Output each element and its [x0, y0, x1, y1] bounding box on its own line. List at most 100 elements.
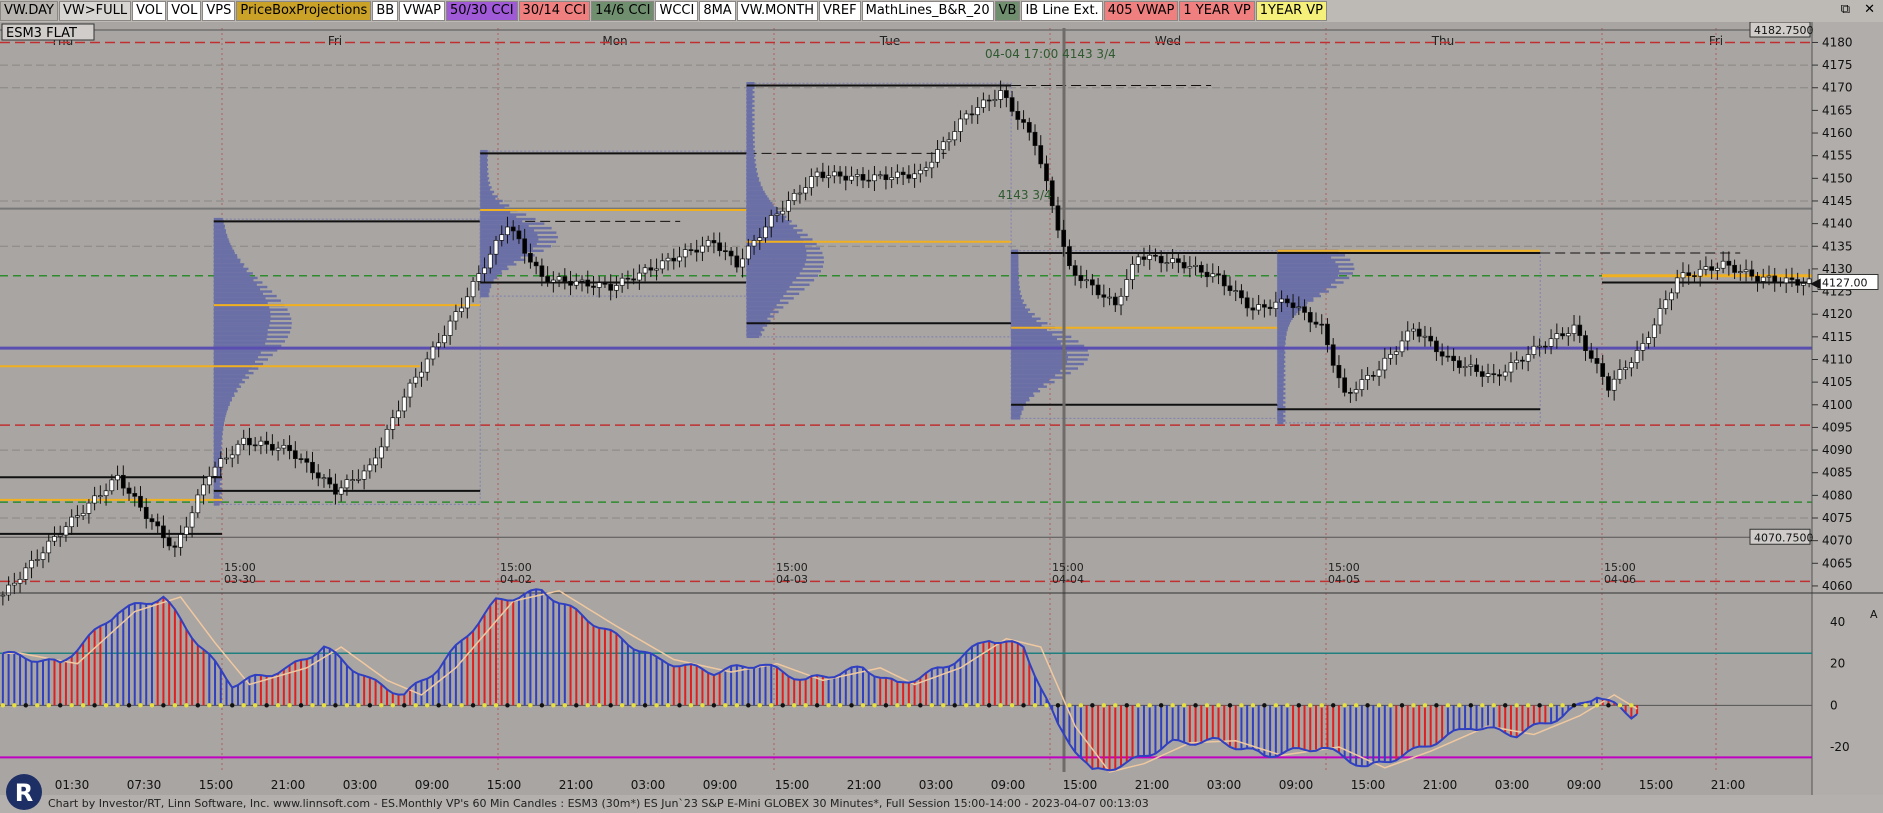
toolbar-button-18[interactable]: 405 VWAP: [1103, 1, 1179, 21]
osc-dot: [677, 703, 682, 708]
osc-dot: [952, 703, 957, 708]
time-tick-label: 21:00: [559, 778, 594, 792]
candle-body: [396, 410, 401, 419]
volume-bar: [213, 385, 242, 388]
volume-bar: [746, 242, 817, 246]
osc-dot: [264, 703, 269, 708]
toolbar-button-8[interactable]: 50/30 CCI: [445, 1, 518, 21]
volume-bar: [480, 274, 498, 277]
toolbar-button-6[interactable]: BB: [372, 1, 399, 21]
volume-bar: [213, 342, 266, 345]
candle-body: [550, 279, 556, 283]
price-tick-label: 4145: [1822, 194, 1853, 208]
candle-body: [1422, 335, 1428, 338]
candle-body: [115, 474, 120, 481]
candle-body: [1198, 264, 1204, 273]
toolbar-button-5[interactable]: PriceBoxProjections: [236, 1, 372, 21]
volume-bar: [480, 168, 489, 171]
volume-bar: [1011, 297, 1022, 300]
toolbar-button-7[interactable]: VWAP: [399, 1, 445, 21]
toolbar-button-13[interactable]: VW.MONTH: [736, 1, 818, 21]
price-tick-label: 4140: [1822, 217, 1853, 231]
session-marker-date-1: 04-02: [500, 573, 532, 586]
candle-body: [975, 107, 981, 116]
volume-bar: [213, 242, 231, 246]
osc-dot: [252, 703, 258, 708]
symbol-label: ESM3 FLAT: [6, 26, 77, 41]
volume-bar: [1011, 328, 1047, 332]
osc-dot: [218, 703, 223, 708]
osc-dot: [1514, 703, 1519, 708]
candle-body: [751, 240, 757, 247]
candle-body: [1491, 373, 1497, 376]
volume-bar: [213, 335, 288, 339]
candle-body: [1382, 357, 1388, 371]
candle-body: [923, 167, 929, 171]
toolbar-button-3[interactable]: VOL: [167, 1, 202, 21]
candle-body: [258, 440, 264, 446]
volume-bar: [1277, 342, 1286, 345]
toolbar-button-14[interactable]: VREF: [818, 1, 861, 21]
toolbar-button-1[interactable]: VW>FULL: [59, 1, 132, 21]
toolbar-button-9[interactable]: 30/14 CCI: [518, 1, 591, 21]
volume-bar: [213, 317, 292, 320]
volume-bar: [1277, 401, 1286, 404]
price-tick-label: 4080: [1822, 488, 1853, 502]
toolbar-button-20[interactable]: 1YEAR VP: [1255, 1, 1327, 21]
candle-body: [80, 513, 86, 517]
candle-body: [1456, 360, 1462, 368]
volume-bar: [1277, 279, 1336, 282]
osc-dot: [1193, 703, 1198, 708]
toolbar-button-4[interactable]: VPS: [202, 1, 236, 21]
toolbar-button-11[interactable]: WCCI: [655, 1, 699, 21]
volume-bar: [1277, 322, 1291, 325]
toolbar-button-16[interactable]: VB: [994, 1, 1021, 21]
price-tick-label: 4115: [1822, 330, 1853, 344]
toolbar-button-15[interactable]: MathLines_B&R_20: [861, 1, 994, 21]
restore-icon[interactable]: ⧉: [1841, 2, 1850, 17]
toolbar-button-10[interactable]: 14/6 CCI: [591, 1, 655, 21]
toolbar-button-12[interactable]: 8MA: [699, 1, 736, 21]
osc-dot: [470, 703, 476, 708]
price-chart[interactable]: Thu Fri Mon Tue Wed Thu Fri04-04 17:00 4143 3/…: [0, 22, 1883, 795]
candle-body: [1393, 351, 1399, 355]
candle-body: [631, 278, 636, 281]
volume-bar: [746, 152, 754, 155]
volume-bar: [1011, 385, 1047, 388]
volume-bar: [1011, 260, 1019, 264]
volume-bar: [1277, 283, 1332, 286]
candle-body: [459, 307, 464, 312]
candle-body: [378, 446, 384, 459]
volume-bar: [213, 405, 229, 409]
osc-dot: [275, 703, 281, 708]
volume-bar: [746, 199, 771, 203]
volume-bar: [746, 188, 763, 191]
volume-bar: [1277, 276, 1350, 280]
candle-body: [447, 320, 453, 336]
toolbar-button-19[interactable]: 1 YEAR VP: [1179, 1, 1255, 21]
candle-body: [224, 457, 229, 460]
volume-bar: [213, 263, 245, 266]
volume-bar: [746, 249, 807, 252]
candle-body: [1296, 306, 1302, 309]
candle-body: [866, 179, 872, 182]
volume-bar: [480, 288, 490, 291]
volume-bar: [1277, 414, 1286, 418]
osc-dot: [1353, 703, 1359, 708]
volume-bar: [480, 224, 529, 228]
volume-bar: [213, 410, 227, 413]
toolbar-button-2[interactable]: VOL: [132, 1, 167, 21]
volume-bar: [746, 269, 822, 273]
candle-body: [1348, 392, 1353, 394]
toolbar-button-17[interactable]: IB Line Ext.: [1021, 1, 1103, 21]
volume-bar: [746, 168, 757, 171]
volume-bar: [746, 236, 801, 239]
volume-bar: [1011, 333, 1053, 336]
osc-dot: [1457, 703, 1462, 708]
osc-dot: [138, 703, 143, 708]
osc-dot: [1090, 703, 1095, 708]
volume-bar: [213, 394, 235, 397]
volume-bar: [480, 165, 488, 169]
close-icon[interactable]: ✕: [1864, 2, 1875, 17]
toolbar-button-0[interactable]: VW.DAY: [0, 1, 58, 21]
